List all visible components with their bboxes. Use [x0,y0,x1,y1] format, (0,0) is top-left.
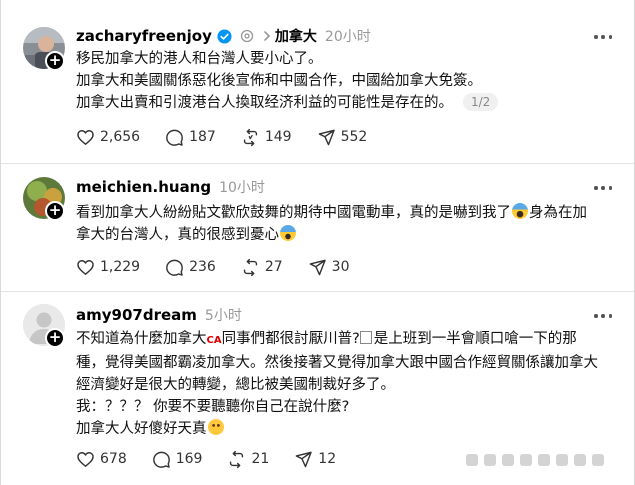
more-options-button[interactable] [594,29,612,45]
repost-button[interactable]: 149 [241,128,292,147]
send-icon [309,259,326,275]
screaming-face-emoji-icon [512,203,528,219]
watermark-logo-icon [466,454,604,466]
send-icon [318,129,335,145]
share-button[interactable]: 552 [317,128,368,147]
reply-count: 169 [175,451,203,467]
share-button[interactable]: 12 [294,450,336,469]
post-text: 移民加拿大的港人和台灣人要小心了。 加拿大和美國關係惡化後宣佈和中國合作，中國給… [76,48,621,114]
post-3: + amy907dream 5小时 不知道為什麼加拿大CA同事們都很討厭川普? 是… [1,292,634,485]
action-bar: 2,656 187 149 552 [76,127,392,147]
timestamp[interactable]: 5小时 [205,305,242,325]
verified-badge-icon [217,28,232,44]
reply-count: 187 [189,129,216,145]
like-count: 2,656 [100,129,141,145]
community-name[interactable]: 加拿大 [275,26,317,46]
reply-button[interactable]: 236 [165,258,216,277]
like-count: 1,229 [100,259,141,275]
post-text: 不知道為什麼加拿大CA同事們都很討厭川普? 是上班到一半會順口嗆一下的那 種，覺得… [76,328,621,440]
repost-icon [243,258,257,276]
text-segment: 是上班到一半會順口嗆一下的那 [373,331,577,347]
follow-plus-button[interactable]: + [45,328,65,348]
repost-count: 21 [251,451,270,467]
repost-icon [230,450,244,468]
repost-count: 149 [264,129,292,145]
text-segment: 不知道為什麼加拿大 [76,331,207,347]
page-indicator: 1/2 [463,93,499,111]
post-header: meichien.huang 10小时 [76,177,265,197]
text-segment: 身為在加 [529,205,587,221]
text-line: 加拿大人好傻好天真 [76,418,621,440]
reply-count: 236 [189,259,216,275]
like-count: 678 [100,451,127,467]
comment-icon [152,451,170,468]
follow-plus-button[interactable]: + [45,51,65,71]
timestamp[interactable]: 20小时 [325,26,371,46]
threads-feed: + zacharyfreenjoy 加拿大 20小时 移民加拿大的港人和台灣人要… [0,0,635,485]
text-line: 看到加拿大人紛紛貼文歡欣鼓舞的期待中國電動車，真的是嚇到我了 身為在加 [76,202,621,224]
repost-button[interactable]: 27 [241,258,283,277]
text-line: 拿大的台灣人，真的很感到憂心 [76,224,621,246]
username[interactable]: meichien.huang [76,178,211,196]
username[interactable]: amy907dream [76,306,197,324]
share-button[interactable]: 30 [308,258,350,277]
text-line: 加拿大和美國關係惡化後宣佈和中國合作，中國給加拿大免簽。 [76,73,482,89]
follow-plus-button[interactable]: + [45,201,65,221]
text-segment: 同事們都很討厭川普? [221,331,360,347]
text-line-content: 加拿大出賣和引渡港台人換取经济利益的可能性是存在的。 [76,95,453,111]
username[interactable]: zacharyfreenjoy [76,27,212,45]
reply-button[interactable]: 169 [152,450,203,469]
share-count: 12 [318,451,337,467]
share-count: 552 [340,129,368,145]
text-line: 種，覺得美國都霸凌加拿大。然後接著又覺得加拿大跟中國合作經貿關係讓加拿大 [76,355,598,371]
heart-icon [77,451,94,467]
heart-icon [77,259,94,275]
smiling-face-emoji-icon [207,419,224,435]
post-1: + zacharyfreenjoy 加拿大 20小时 移民加拿大的港人和台灣人要… [1,0,634,164]
canada-flag-icon: CA [206,335,222,346]
chevron-right-icon [264,31,271,41]
text-segment: 看到加拿大人紛紛貼文歡欣鼓舞的期待中國電動車，真的是嚇到我了 [76,205,511,221]
comment-icon [166,259,183,276]
text-segment: 拿大的台灣人，真的很感到憂心 [76,227,279,243]
action-bar: 1,229 236 27 30 [76,257,374,277]
text-line: 經濟變好是很大的轉變，總比被美國制裁好多了。 [76,377,395,393]
community-icon [240,29,254,43]
post-text: 看到加拿大人紛紛貼文歡欣鼓舞的期待中國電動車，真的是嚇到我了 身為在加 拿大的台灣… [76,202,621,246]
text-line: 不知道為什麼加拿大CA同事們都很討厭川普? 是上班到一半會順口嗆一下的那 [76,328,621,352]
unknown-glyph-icon [359,331,372,344]
repost-icon [243,128,257,146]
text-segment: 加拿大人好傻好天真 [76,421,207,437]
anxious-face-emoji-icon [280,225,296,241]
comment-icon [166,129,183,146]
reply-button[interactable]: 187 [165,128,216,147]
repost-count: 27 [264,259,283,275]
share-count: 30 [331,259,350,275]
text-line: 移民加拿大的港人和台灣人要小心了。 [76,51,323,67]
post-header: zacharyfreenjoy 加拿大 20小时 [76,26,371,46]
action-bar: 678 169 21 12 [76,449,361,469]
more-options-button[interactable] [594,180,612,196]
send-icon [295,451,313,467]
repost-button[interactable]: 21 [227,450,269,469]
timestamp[interactable]: 10小时 [219,177,265,197]
like-button[interactable]: 2,656 [76,128,140,147]
text-line: 我：？？？ 你要不要聽聽你自己在說什麼? [76,399,350,415]
post-header: amy907dream 5小时 [76,305,242,325]
like-button[interactable]: 1,229 [76,258,140,277]
text-line: 加拿大出賣和引渡港台人換取经济利益的可能性是存在的。 1/2 [76,92,621,114]
post-2: + meichien.huang 10小时 看到加拿大人紛紛貼文歡欣鼓舞的期待中… [1,164,634,292]
heart-icon [77,129,94,145]
more-options-button[interactable] [594,308,612,324]
like-button[interactable]: 678 [76,450,127,469]
